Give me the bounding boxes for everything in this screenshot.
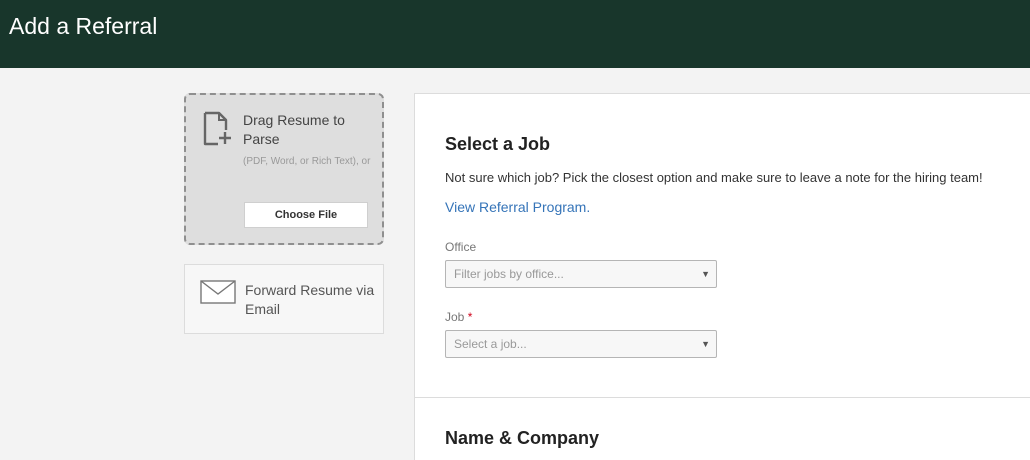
job-label-text: Job <box>445 310 465 324</box>
select-job-description: Not sure which job? Pick the closest opt… <box>445 170 983 185</box>
job-select[interactable]: Select a job... ▼ <box>445 330 717 358</box>
page-title: Add a Referral <box>9 12 158 39</box>
office-label: Office <box>445 240 477 254</box>
page-header: Add a Referral <box>0 0 1030 68</box>
view-referral-program-link[interactable]: View Referral Program. <box>445 199 590 215</box>
dropzone-subtitle: (PDF, Word, or Rich Text), or <box>243 156 371 167</box>
section-divider <box>415 397 1030 398</box>
dropzone-title: Drag Resume to Parse <box>243 112 345 147</box>
job-label: Job * <box>445 310 472 324</box>
caret-down-icon: ▼ <box>701 339 710 349</box>
choose-file-button[interactable]: Choose File <box>244 202 368 228</box>
office-select-placeholder: Filter jobs by office... <box>454 267 564 281</box>
referral-form-panel: Select a Job Not sure which job? Pick th… <box>414 93 1030 460</box>
envelope-icon <box>200 280 236 304</box>
forward-email-label: Forward Resume via Email <box>245 282 375 317</box>
office-select[interactable]: Filter jobs by office... ▼ <box>445 260 717 288</box>
document-plus-icon <box>203 111 231 146</box>
job-select-placeholder: Select a job... <box>454 337 527 351</box>
caret-down-icon: ▼ <box>701 269 710 279</box>
select-job-title: Select a Job <box>445 134 551 154</box>
resume-dropzone[interactable]: Drag Resume to Parse (PDF, Word, or Rich… <box>184 93 384 245</box>
required-marker: * <box>467 310 473 324</box>
name-company-title: Name & Company <box>445 428 600 448</box>
forward-email-card[interactable]: Forward Resume via Email <box>184 264 384 334</box>
